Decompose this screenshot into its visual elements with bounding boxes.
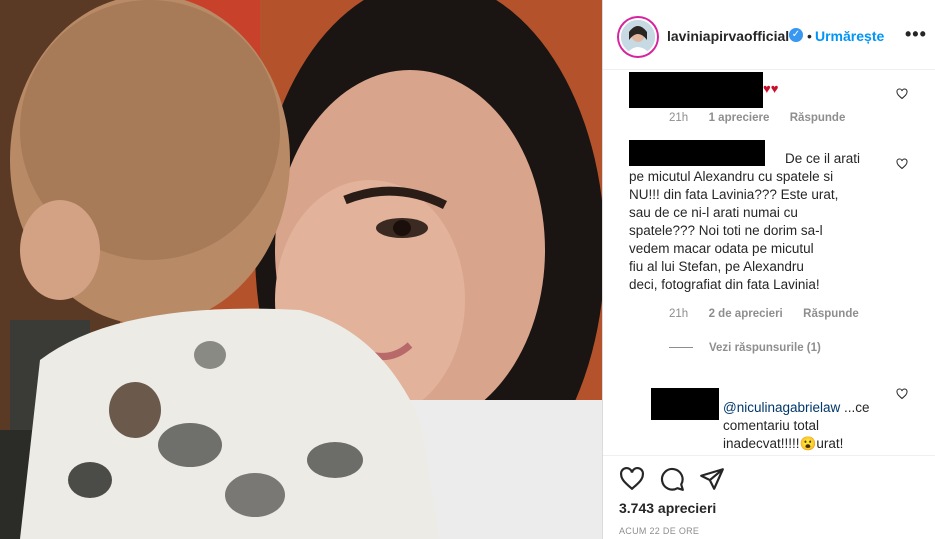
replies-divider — [669, 347, 693, 349]
post-header: laviniapirvaofficial ✓ • Urmărește ••• — [603, 0, 935, 70]
comment-icon[interactable] — [659, 466, 685, 492]
reply-line: @niculinagabrielaw ...ce — [723, 399, 870, 418]
comment-likes[interactable]: 1 apreciere — [709, 112, 770, 124]
post-timestamp[interactable]: ACUM 22 DE ORE — [619, 526, 699, 536]
comment-emoji: ♥♥ — [763, 81, 779, 96]
view-replies-button[interactable]: Vezi răspunsurile (1) — [669, 342, 821, 354]
comment-line: De ce il arati — [785, 151, 861, 166]
mention-link[interactable]: @niculinagabrielaw — [723, 400, 840, 415]
reply-button[interactable]: Răspunde — [790, 112, 846, 124]
share-icon[interactable] — [699, 466, 725, 492]
comment-age: 21h — [669, 308, 689, 320]
comment-line: pe micutul Alexandru cu spatele si — [629, 169, 834, 184]
comments-list[interactable]: ♥♥ 21h 1 apreciere Răspunde De ce il ara… — [603, 70, 935, 455]
reply-line: inadecvat!!!!!😮urat! — [723, 436, 844, 451]
comment-line: fiu al lui Stefan, pe Alexandru — [629, 259, 804, 274]
comment-line: spatele??? Noi toti ne dorim sa-l — [629, 223, 823, 238]
reply-text: ...ce — [840, 400, 870, 415]
post-actions: 3.743 aprecieri ACUM 22 DE ORE — [603, 455, 935, 539]
heart-icon[interactable] — [619, 466, 645, 492]
comment-heart-icon[interactable] — [896, 158, 908, 170]
reply-button[interactable]: Răspunde — [803, 308, 859, 320]
redacted-avatar — [651, 388, 719, 420]
view-replies-label: Vezi răspunsurile (1) — [709, 342, 821, 354]
post-side-panel: laviniapirvaofficial ✓ • Urmărește ••• ♥… — [602, 0, 935, 539]
more-options-icon[interactable]: ••• — [905, 24, 927, 45]
post-image — [0, 0, 602, 539]
username-link[interactable]: laviniapirvaofficial — [667, 28, 789, 44]
comment-line: vedem macar odata pe micutul — [629, 241, 814, 256]
comment-age: 21h — [669, 112, 689, 124]
comment-likes[interactable]: 2 de aprecieri — [709, 308, 783, 320]
comment-heart-icon[interactable] — [896, 388, 908, 400]
separator-dot: • — [807, 28, 812, 44]
redacted-username — [629, 72, 763, 108]
comment-line: deci, fotografiat din fata Lavinia! — [629, 277, 820, 292]
likes-count[interactable]: 3.743 aprecieri — [619, 500, 716, 516]
follow-button[interactable]: Urmărește — [815, 28, 884, 44]
avatar[interactable] — [619, 18, 657, 56]
redacted-username — [629, 140, 765, 166]
comment-line: sau de ce ni-l arati numai cu — [629, 205, 798, 220]
post-photo[interactable] — [0, 0, 602, 539]
comment-heart-icon[interactable] — [896, 88, 908, 100]
verified-badge-icon: ✓ — [789, 28, 803, 42]
reply-line: comentariu total — [723, 418, 820, 433]
comment-line: NU!!! din fata Lavinia??? Este urat, — [629, 187, 839, 202]
